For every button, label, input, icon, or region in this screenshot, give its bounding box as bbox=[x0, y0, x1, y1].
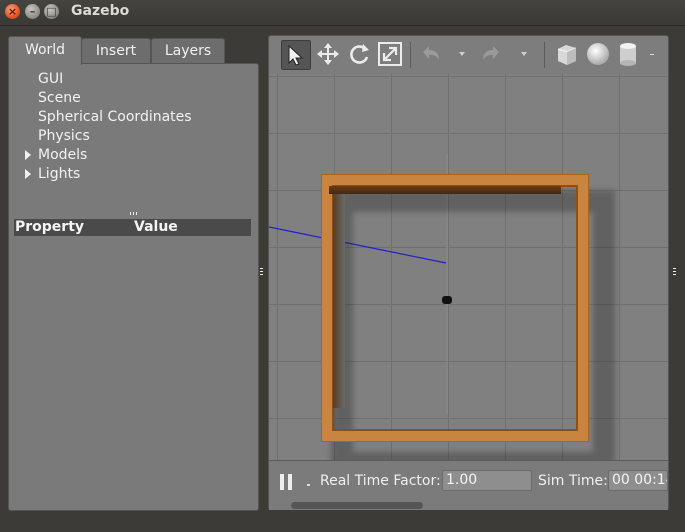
tree-item-physics[interactable]: Physics bbox=[38, 128, 90, 144]
horizontal-scrollbar[interactable] bbox=[291, 502, 423, 509]
sphere-icon[interactable] bbox=[584, 40, 612, 68]
left-splitter-handle[interactable] bbox=[260, 268, 263, 276]
tree-item-models[interactable]: Models bbox=[38, 147, 87, 163]
3d-viewport[interactable] bbox=[269, 74, 668, 460]
splitter-handle[interactable] bbox=[130, 212, 138, 215]
select-arrow-icon[interactable] bbox=[281, 40, 311, 70]
real-time-factor-value: 1.00 bbox=[442, 470, 532, 491]
simulation-status-bar: Real Time Factor: 1.00 Sim Time: 00 00:1… bbox=[269, 460, 668, 510]
wooden-box-model[interactable] bbox=[322, 175, 588, 441]
maximize-window-button[interactable]: □ bbox=[44, 4, 59, 19]
robot-model[interactable] bbox=[442, 296, 452, 304]
scale-icon[interactable] bbox=[376, 40, 404, 68]
tree-item-spherical-coordinates[interactable]: Spherical Coordinates bbox=[38, 109, 192, 125]
step-button[interactable] bbox=[307, 484, 310, 486]
expand-arrow-icon[interactable] bbox=[25, 169, 31, 179]
tab-insert[interactable]: Insert bbox=[81, 38, 151, 63]
tree-item-scene[interactable]: Scene bbox=[38, 90, 81, 106]
expand-arrow-icon[interactable] bbox=[25, 150, 31, 160]
wooden-box-inner-wall-left bbox=[333, 194, 345, 408]
pause-icon[interactable] bbox=[280, 474, 292, 490]
minimize-window-button[interactable]: – bbox=[25, 4, 40, 19]
world-panel: GUI Scene Spherical Coordinates Physics … bbox=[8, 63, 259, 511]
translate-icon[interactable] bbox=[314, 40, 342, 68]
scene-toolbar bbox=[269, 36, 668, 75]
undo-history-dropdown[interactable] bbox=[459, 52, 465, 56]
sim-time-label: Sim Time: bbox=[538, 473, 608, 489]
redo-history-dropdown[interactable] bbox=[521, 52, 527, 56]
tree-item-lights[interactable]: Lights bbox=[38, 166, 80, 182]
wooden-box-inner-wall bbox=[329, 186, 561, 194]
undo-icon[interactable] bbox=[417, 40, 445, 68]
property-table-header: Property Value bbox=[14, 219, 251, 236]
real-time-factor-label: Real Time Factor: bbox=[320, 473, 441, 489]
box-icon[interactable] bbox=[553, 40, 581, 68]
right-splitter-handle[interactable] bbox=[673, 268, 676, 276]
rotate-icon[interactable] bbox=[345, 40, 373, 68]
window-title: Gazebo bbox=[71, 3, 130, 19]
value-column-header: Value bbox=[134, 219, 178, 235]
redo-icon[interactable] bbox=[477, 40, 505, 68]
tree-item-gui[interactable]: GUI bbox=[38, 71, 63, 87]
title-bar: × – □ Gazebo bbox=[0, 0, 685, 26]
cylinder-icon[interactable] bbox=[614, 40, 642, 68]
tab-layers[interactable]: Layers bbox=[151, 38, 225, 63]
close-window-button[interactable]: × bbox=[5, 4, 20, 19]
scene-panel: Real Time Factor: 1.00 Sim Time: 00 00:1… bbox=[268, 35, 669, 510]
sim-time-value: 00 00:14 bbox=[608, 470, 668, 491]
toolbar-overflow-icon[interactable] bbox=[650, 54, 654, 55]
property-column-header: Property bbox=[15, 219, 85, 235]
tab-world[interactable]: World bbox=[8, 36, 82, 65]
